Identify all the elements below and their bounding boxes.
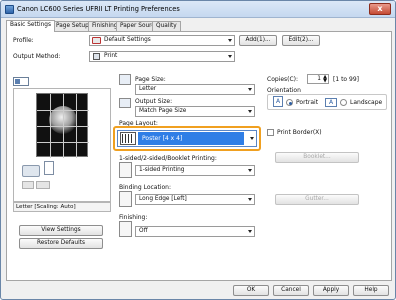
spin-arrows-icon[interactable]: ▲ ▼ (323, 75, 327, 83)
copies-input[interactable]: 1 ▲ ▼ (307, 74, 329, 84)
output-method-select[interactable]: Print (89, 51, 235, 62)
booklet-button[interactable]: Booklet... (275, 152, 359, 163)
tab-page-setup[interactable]: Page Setup (52, 21, 93, 31)
chevron-down-icon (248, 169, 252, 172)
copies-value: 1 (317, 76, 321, 82)
preview-mode-icon[interactable] (13, 77, 29, 86)
output-size-value: Match Page Size (139, 108, 187, 114)
landscape-radio[interactable] (340, 99, 347, 106)
cancel-button[interactable]: Cancel (273, 285, 309, 296)
duplex-printing-select[interactable]: 1-sided Printing (135, 165, 255, 176)
portrait-radio[interactable] (286, 99, 293, 106)
output-size-select[interactable]: Match Page Size (135, 106, 255, 117)
finishing-value: Off (139, 228, 148, 234)
chevron-down-icon (228, 39, 232, 42)
printer-icon (93, 53, 100, 60)
poster-preview-image (36, 93, 89, 158)
copies-label: Copies(C): (267, 76, 299, 83)
binding-icon (119, 191, 132, 207)
one-sided-icon (119, 162, 132, 178)
page-size-select[interactable]: Letter (135, 84, 255, 95)
finishing-icon (119, 221, 132, 237)
binding-location-label: Binding Location: (119, 184, 171, 191)
portrait-icon: A (273, 96, 283, 107)
poster-layout-glyph (122, 134, 134, 143)
printer-app-icon (5, 5, 14, 14)
output-size-label: Output Size: (135, 98, 173, 105)
page-size-icon (119, 74, 131, 85)
profile-label: Profile: (13, 37, 34, 44)
chevron-down-icon (248, 110, 252, 113)
chevron-down-icon (228, 55, 232, 58)
landscape-icon: A (325, 98, 337, 107)
duplex-printing-label: 1-sided/2-sided/Booklet Printing: (119, 155, 217, 162)
preview-status-text: Letter [Scaling: Auto] (13, 202, 111, 212)
printing-preferences-window: Canon LC600 Series UFRII LT Printing Pre… (0, 0, 396, 300)
finishing-select[interactable]: Off (135, 226, 255, 237)
apply-button[interactable]: Apply (313, 285, 349, 296)
tab-quality[interactable]: Quality (152, 21, 181, 31)
page-layout-select[interactable]: Poster [4 x 4] (117, 130, 257, 147)
copies-range: [1 to 99] (333, 76, 359, 83)
help-button[interactable]: Help (353, 285, 389, 296)
output-size-icon (119, 98, 131, 108)
landscape-label: Landscape (350, 99, 383, 106)
binding-location-value: Long Edge [Left] (139, 196, 187, 202)
page-size-label: Page Size: (135, 76, 166, 83)
output-method-value: Print (104, 53, 118, 59)
basic-settings-panel: Profile: Default Settings Add(1)... Edit… (6, 31, 392, 281)
profile-value: Default Settings (104, 37, 151, 43)
portrait-label: Portrait (296, 99, 319, 106)
preview-grid-line (76, 94, 77, 158)
binding-location-select[interactable]: Long Edge [Left] (135, 194, 255, 205)
preview-pane (13, 88, 111, 202)
finishing-label: Finishing: (119, 214, 148, 221)
chevron-down-icon (250, 137, 254, 140)
print-border-label: Print Border(X) (277, 129, 322, 136)
chevron-down-icon (248, 88, 252, 91)
view-settings-button[interactable]: View Settings (19, 225, 103, 236)
title-bar: Canon LC600 Series UFRII LT Printing Pre… (1, 1, 395, 18)
close-button[interactable]: x (369, 3, 391, 15)
orientation-label: Orientation (267, 87, 301, 94)
chevron-down-icon (248, 230, 252, 233)
restore-defaults-button[interactable]: Restore Defaults (19, 238, 103, 249)
poster-layout-icon (120, 132, 136, 145)
preview-grid-line (50, 94, 51, 158)
output-method-label: Output Method: (13, 53, 61, 60)
duplex-icon (36, 181, 50, 189)
profile-add-button[interactable]: Add(1)... (239, 35, 277, 46)
profile-icon (92, 37, 101, 44)
printer-device-icon (22, 165, 40, 177)
paper-icon (44, 161, 54, 175)
chevron-down-icon (248, 198, 252, 201)
gutter-button[interactable]: Gutter... (275, 194, 359, 205)
staple-icon (22, 181, 34, 189)
tab-basic-settings[interactable]: Basic Settings (6, 20, 55, 32)
duplex-printing-value: 1-sided Printing (139, 167, 185, 173)
preview-grid-line (63, 94, 64, 158)
page-layout-value: Poster [4 x 4] (138, 132, 244, 145)
profile-select[interactable]: Default Settings (89, 35, 235, 46)
profile-edit-button[interactable]: Edit(2)... (282, 35, 320, 46)
window-title: Canon LC600 Series UFRII LT Printing Pre… (17, 5, 180, 13)
print-border-checkbox[interactable] (267, 129, 274, 136)
page-size-value: Letter (139, 86, 157, 92)
ok-button[interactable]: OK (233, 285, 269, 296)
preview-mode-glyph (15, 79, 20, 84)
